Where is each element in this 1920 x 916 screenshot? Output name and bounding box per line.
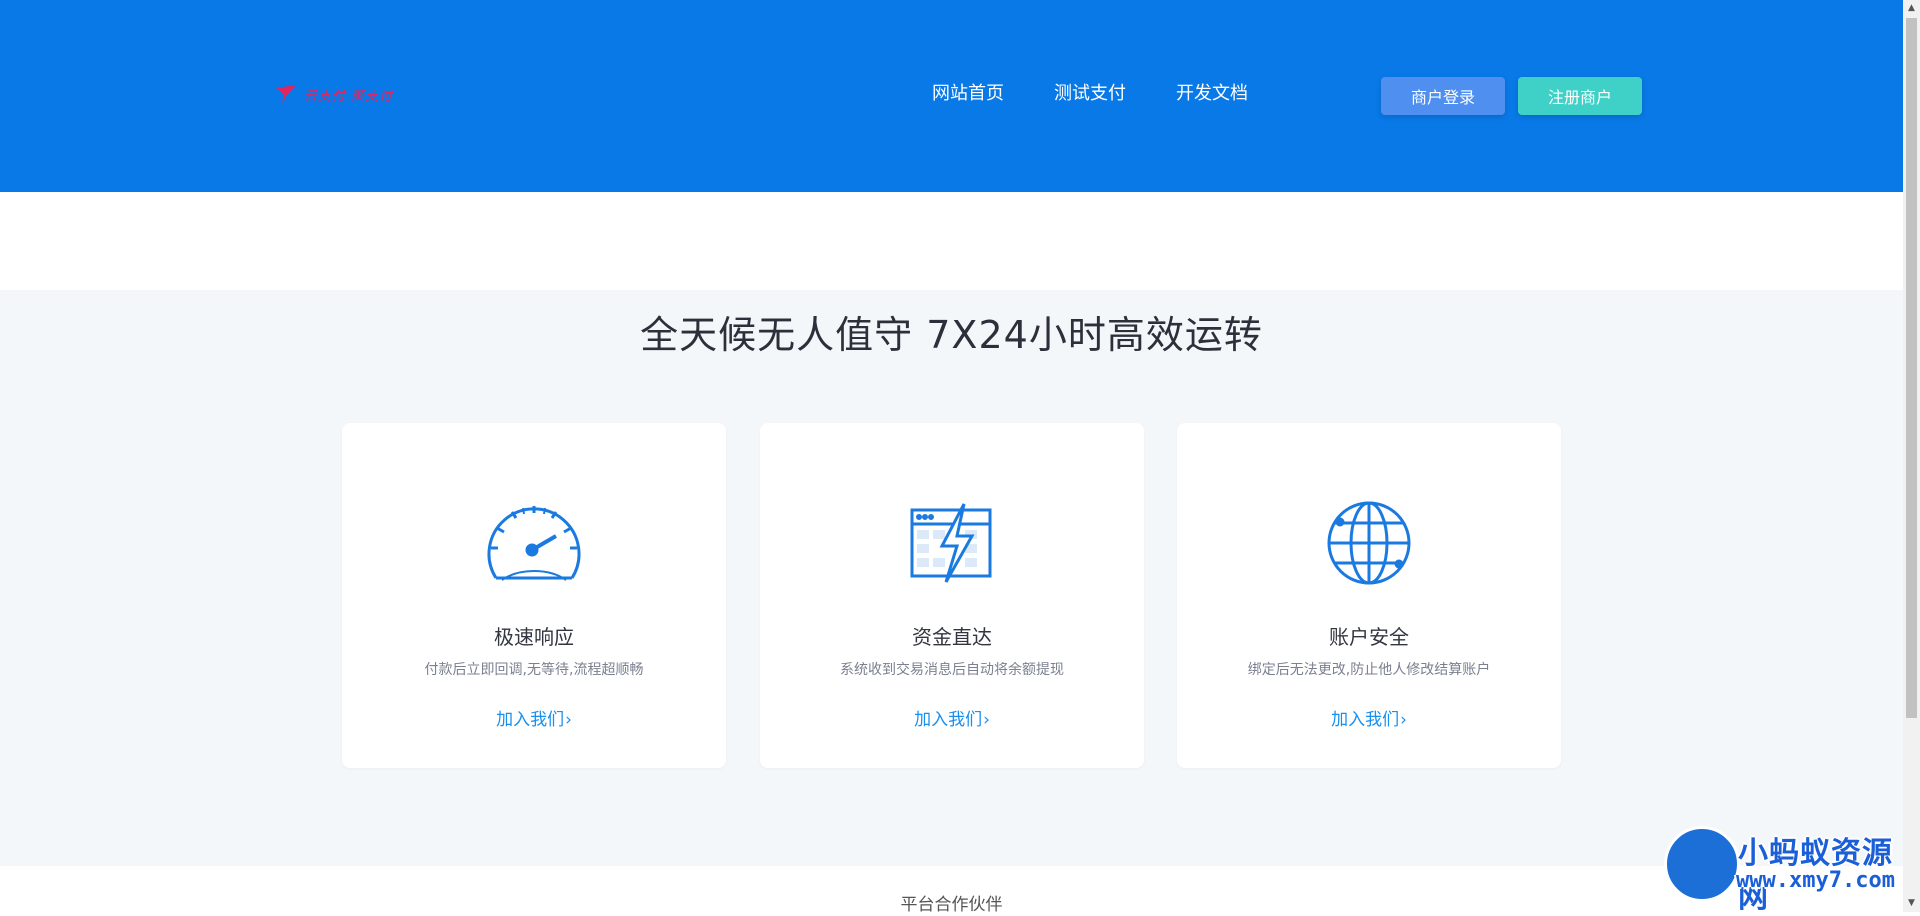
partners-title: 平台合作伙伴 [900, 895, 1003, 915]
scroll-down-arrow-icon[interactable]: ▼ [1903, 895, 1920, 912]
features-section: 全天候无人值守 7X24小时高效运转 极速响应 付款后立即回调,无等待,流程超顺… [0, 290, 1903, 866]
globe-icon [1327, 501, 1411, 585]
join-us-label: 加入我们 [914, 710, 983, 730]
join-us-link[interactable]: 加入我们› [760, 705, 1144, 730]
chevron-right-icon: › [565, 710, 572, 730]
logo-text: 云支付 聚支付 [304, 88, 394, 104]
card-description: 绑定后无法更改,防止他人修改结算账户 [1247, 662, 1491, 678]
lightning-window-icon [910, 503, 992, 583]
card-description: 系统收到交易消息后自动将余额提现 [840, 662, 1064, 678]
register-merchant-button[interactable]: 注册商户 [1518, 77, 1642, 115]
join-us-label: 加入我们 [1331, 710, 1400, 730]
join-us-link[interactable]: 加入我们› [1177, 705, 1561, 730]
card-title: 资金直达 [912, 625, 992, 649]
watermark: 小蚂蚁资源网 www.xmy7.com [1664, 826, 1904, 915]
features-title: 全天候无人值守 7X24小时高效运转 [640, 313, 1263, 357]
logo[interactable]: 云支付 聚支付 [274, 80, 393, 108]
watermark-url: www.xmy7.com [1736, 868, 1895, 893]
nav-test-payment[interactable]: 测试支付 [1054, 80, 1126, 108]
join-us-label: 加入我们 [496, 710, 565, 730]
header: 云支付 聚支付 网站首页 测试支付 开发文档 商户登录 注册商户 [0, 0, 1903, 192]
ant-mascot-icon [1664, 826, 1740, 902]
feature-card-funds: 资金直达 系统收到交易消息后自动将余额提现 加入我们› [760, 423, 1144, 768]
card-description: 付款后立即回调,无等待,流程超顺畅 [424, 662, 644, 678]
card-title: 账户安全 [1329, 625, 1409, 649]
speedometer-icon [487, 506, 581, 581]
chevron-right-icon: › [983, 710, 990, 730]
feature-card-speed: 极速响应 付款后立即回调,无等待,流程超顺畅 加入我们› [342, 423, 726, 768]
card-title: 极速响应 [494, 625, 574, 649]
scrollbar-thumb[interactable] [1906, 18, 1917, 718]
feature-card-security: 账户安全 绑定后无法更改,防止他人修改结算账户 加入我们› [1177, 423, 1561, 768]
vertical-scrollbar[interactable]: ▲ ▼ [1903, 0, 1920, 912]
chevron-right-icon: › [1400, 710, 1407, 730]
join-us-link[interactable]: 加入我们› [342, 705, 726, 730]
main-nav: 网站首页 测试支付 开发文档 [932, 80, 1248, 108]
paper-plane-icon [276, 85, 296, 104]
scroll-up-arrow-icon[interactable]: ▲ [1903, 0, 1920, 17]
merchant-login-button[interactable]: 商户登录 [1381, 77, 1505, 115]
nav-dev-docs[interactable]: 开发文档 [1176, 80, 1248, 108]
nav-home[interactable]: 网站首页 [932, 80, 1004, 108]
